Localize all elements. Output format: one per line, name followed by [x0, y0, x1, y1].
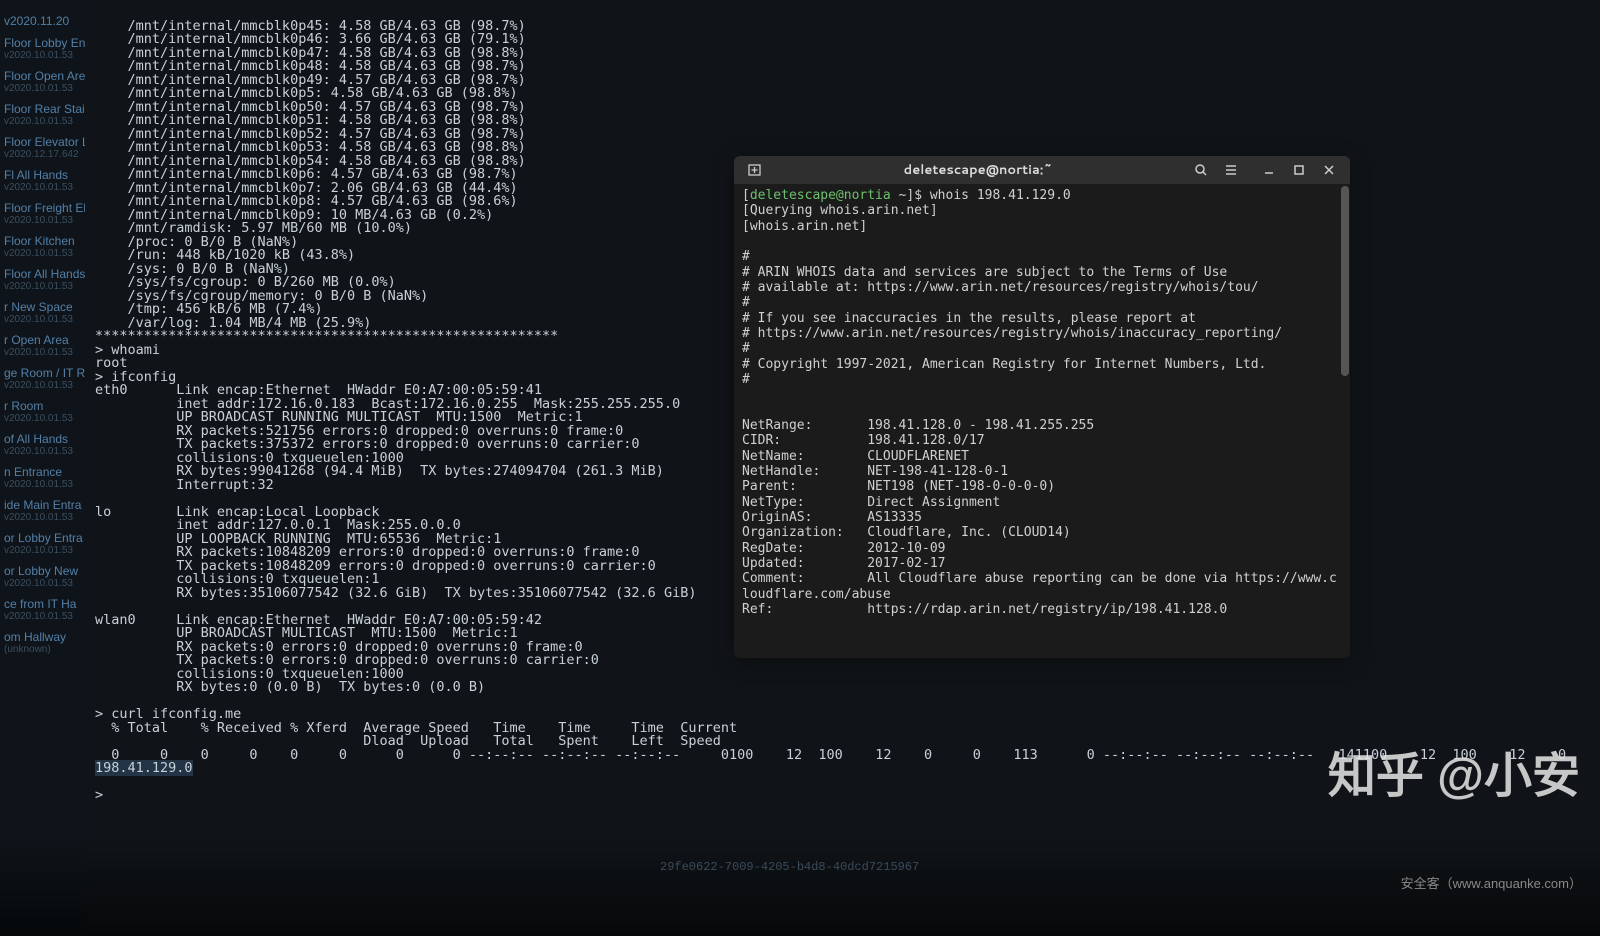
new-tab-button[interactable]	[740, 156, 770, 184]
sidebar-item-timestamp: v2020.10.01.53	[4, 116, 81, 127]
footer-attribution: 安全客（www.anquanke.com）	[1401, 873, 1582, 892]
sidebar-item-timestamp: (unknown)	[4, 644, 81, 655]
sidebar-item[interactable]: of All Handsv2020.10.01.53	[0, 426, 85, 459]
sidebar-item-timestamp: v2020.10.01.53	[4, 413, 81, 424]
sidebar-item[interactable]: ce from IT Hav2020.10.01.53	[0, 591, 85, 624]
sidebar-item-timestamp: v2020.10.01.53	[4, 578, 81, 589]
sidebar-item[interactable]: Floor Rear Stairv2020.10.01.53	[0, 96, 85, 129]
gnome-terminal-window[interactable]: deletescape@nortia:~ [deletescape@nortia…	[734, 156, 1350, 658]
sidebar-item[interactable]: n Entrancev2020.10.01.53	[0, 459, 85, 492]
sidebar-item-timestamp: v2020.10.01.53	[4, 446, 81, 457]
sidebar-item[interactable]: ge Room / IT Rv2020.10.01.53	[0, 360, 85, 393]
sidebar-camera-list: v2020.11.20Floor Lobby Env2020.10.01.53F…	[0, 0, 85, 936]
sidebar-item-title: Floor Elevator L	[4, 135, 81, 149]
sidebar-item-title: Floor Rear Stair	[4, 102, 81, 116]
sidebar-item-timestamp: v2020.10.01.53	[4, 215, 81, 226]
sidebar-item-timestamp: v2020.10.01.53	[4, 512, 81, 523]
sidebar-item-timestamp: v2020.10.01.53	[4, 380, 81, 391]
sidebar-item[interactable]: Floor All Handsv2020.10.01.53	[0, 261, 85, 294]
sidebar-item-timestamp: v2020.10.01.53	[4, 281, 81, 292]
sidebar-item-title: r New Space	[4, 300, 81, 314]
curl-result-ip: 198.41.129.0	[95, 760, 193, 776]
minimize-icon	[1263, 164, 1275, 176]
sidebar-item-title: v2020.11.20	[4, 14, 81, 28]
gnome-terminal-output: [deletescape@nortia ~]$ whois 198.41.129…	[742, 188, 1342, 617]
footer: 29fe0622-7009-4205-b4d8-40dcd7215967 安全客…	[0, 836, 1600, 936]
sidebar-item-title: ge Room / IT R	[4, 366, 81, 380]
minimize-button[interactable]	[1254, 156, 1284, 184]
sidebar-item-timestamp: v2020.10.01.53	[4, 50, 81, 61]
hamburger-icon	[1224, 163, 1238, 177]
gnome-terminal-body[interactable]: [deletescape@nortia ~]$ whois 198.41.129…	[734, 184, 1350, 658]
sidebar-item-timestamp: v2020.12.17.642	[4, 149, 81, 160]
sidebar-item[interactable]: Floor Open Areav2020.10.01.53	[0, 63, 85, 96]
sidebar-item-timestamp: v2020.10.01.53	[4, 314, 81, 325]
sidebar-item-timestamp: v2020.10.01.53	[4, 611, 81, 622]
sidebar-item-title: of All Hands	[4, 432, 81, 446]
sidebar-item[interactable]: Floor Freight Elv2020.10.01.53	[0, 195, 85, 228]
sidebar-item-title: Floor Lobby En	[4, 36, 81, 50]
sidebar-item[interactable]: or Lobby Newv2020.10.01.53	[0, 558, 85, 591]
menu-button[interactable]	[1216, 156, 1246, 184]
sidebar-item-title: Floor Kitchen	[4, 234, 81, 248]
sidebar-item[interactable]: r Open Areav2020.10.01.53	[0, 327, 85, 360]
sidebar-item-title: r Open Area	[4, 333, 81, 347]
sidebar-item-timestamp: v2020.10.01.53	[4, 545, 81, 556]
sidebar-item[interactable]: Floor Kitchenv2020.10.01.53	[0, 228, 85, 261]
maximize-button[interactable]	[1284, 156, 1314, 184]
search-icon	[1194, 163, 1208, 177]
sidebar-item-timestamp: v2020.10.01.53	[4, 83, 81, 94]
close-button[interactable]	[1314, 156, 1344, 184]
sidebar-item-title: Floor Freight El	[4, 201, 81, 215]
close-icon	[1323, 164, 1335, 176]
sidebar-item-timestamp: v2020.10.01.53	[4, 347, 81, 358]
sidebar-item[interactable]: Floor Elevator Lv2020.12.17.642	[0, 129, 85, 162]
scrollbar-thumb[interactable]	[1341, 186, 1349, 376]
watermark: 知乎 @小安	[1328, 736, 1580, 806]
sidebar-item-title: r Room	[4, 399, 81, 413]
sidebar-item[interactable]: r New Spacev2020.10.01.53	[0, 294, 85, 327]
sidebar-item[interactable]: r Roomv2020.10.01.53	[0, 393, 85, 426]
sidebar-item[interactable]: v2020.11.20	[0, 8, 85, 30]
sidebar-item[interactable]: Floor Lobby Env2020.10.01.53	[0, 30, 85, 63]
search-button[interactable]	[1186, 156, 1216, 184]
sidebar-item-title: Floor All Hands	[4, 267, 81, 281]
sidebar-item[interactable]: Fl All Handsv2020.10.01.53	[0, 162, 85, 195]
sidebar-item-timestamp: v2020.10.01.53	[4, 182, 81, 193]
scrollbar[interactable]	[1340, 184, 1350, 658]
sidebar-item-title: n Entrance	[4, 465, 81, 479]
footer-hash: 29fe0622-7009-4205-b4d8-40dcd7215967	[660, 860, 919, 874]
window-title: deletescape@nortia:~	[770, 161, 1186, 179]
sidebar-item-title: om Hallway	[4, 630, 81, 644]
maximize-icon	[1293, 164, 1305, 176]
sidebar-item-timestamp: v2020.10.01.53	[4, 479, 81, 490]
sidebar-item-title: Fl All Hands	[4, 168, 81, 182]
sidebar-item-title: or Lobby New	[4, 564, 81, 578]
sidebar-item[interactable]: om Hallway(unknown)	[0, 624, 85, 657]
sidebar-item-timestamp: v2020.10.01.53	[4, 248, 81, 259]
sidebar-item[interactable]: ide Main Entrav2020.10.01.53	[0, 492, 85, 525]
sidebar-item-title: Floor Open Area	[4, 69, 81, 83]
sidebar-item-title: ce from IT Ha	[4, 597, 81, 611]
window-titlebar[interactable]: deletescape@nortia:~	[734, 156, 1350, 184]
sidebar-item[interactable]: or Lobby Entrav2020.10.01.53	[0, 525, 85, 558]
sidebar-item-title: ide Main Entra	[4, 498, 81, 512]
sidebar-item-title: or Lobby Entra	[4, 531, 81, 545]
